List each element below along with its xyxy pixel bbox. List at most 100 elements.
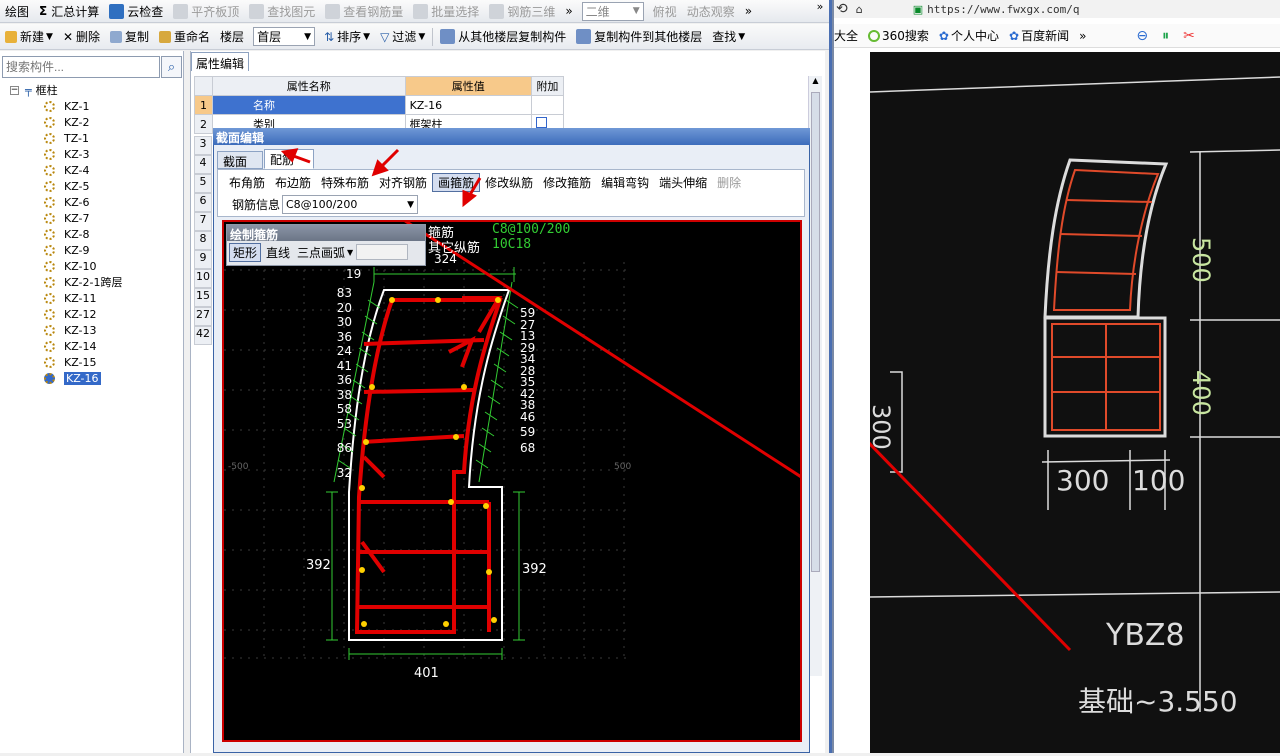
tree-item[interactable]: KZ-4 — [44, 162, 123, 178]
tree-root[interactable]: − ╤ 框柱 — [10, 82, 123, 98]
rebar-tool-button[interactable]: 端头伸缩 — [654, 174, 712, 191]
left-dim-label: 20 — [336, 300, 352, 315]
tree-item[interactable]: KZ-6 — [44, 194, 123, 210]
mode-rectangle[interactable]: 矩形 — [229, 242, 262, 262]
align-slab-top-button[interactable]: 平齐板顶 — [168, 1, 244, 22]
tree-item[interactable]: KZ-2-1跨层 — [44, 274, 123, 290]
sigma-icon: Σ — [39, 4, 48, 18]
left-dim-label: 86 — [336, 441, 352, 455]
search-button[interactable]: ⌕ — [161, 56, 182, 78]
gear-icon — [44, 292, 55, 304]
gear-icon — [44, 132, 55, 144]
rebar-info-label: 钢筋信息 — [232, 198, 281, 212]
bookmark-item[interactable]: ✿ 个人中心 — [939, 27, 999, 44]
photo-dim-left: 300 — [867, 404, 895, 450]
pause-circle-icon[interactable]: ⏸ — [1162, 28, 1169, 44]
property-scrollbar[interactable]: ▲ — [808, 76, 822, 676]
row-number-column: 3 4 5 6 7 8 9 10 15 27 42 — [194, 136, 212, 345]
section-canvas[interactable]: 箍筋 C8@100/200 其它纵筋 10C18 324 19 83 20 30 36… — [222, 220, 802, 742]
copy-from-floor-button[interactable]: 从其他楼层复制构件 — [435, 26, 571, 47]
align-icon — [173, 3, 189, 19]
rebar-tool-button[interactable]: 布角筋 — [224, 174, 270, 191]
gear-icon — [44, 356, 55, 368]
row-value[interactable]: KZ-16 — [404, 95, 532, 115]
dynamic-view-button[interactable]: 动态观察 — [682, 1, 740, 22]
lock-icon: ▣ — [912, 2, 924, 16]
tab-section[interactable]: 截面 — [217, 151, 263, 169]
view-rebar-qty-button[interactable]: 查看钢筋量 — [320, 1, 408, 22]
back-icon[interactable]: ⟲ — [836, 1, 848, 17]
tree-item[interactable]: KZ-10 — [44, 258, 123, 274]
tree-item[interactable]: KZ-7 — [44, 210, 123, 226]
copy-button[interactable]: 复制 — [105, 26, 154, 47]
cloud-check-button[interactable]: 云检查 — [104, 1, 168, 22]
new-button[interactable]: 新建 ▼ — [0, 26, 58, 47]
gear-icon — [44, 324, 55, 336]
browser-address-bar: ⟲ ⌂ ▣ https://www.fwxgx.com/q — [834, 0, 1280, 18]
rebar-3d-button[interactable]: 钢筋三维 — [484, 1, 560, 22]
component-toolbar: 新建 ▼ ✕ 删除 复制 重命名 楼层 首层 ▼ ⇅ 排序 ▼ ▽ 过滤 ▼ 从其他楼层复制构… — [0, 24, 830, 50]
tab-property-edit[interactable]: 属性编辑 — [191, 52, 249, 71]
find-button[interactable]: 查找 ▼ — [707, 26, 750, 47]
row-number: 6 — [194, 193, 212, 212]
toolbar-overflow-3[interactable]: » — [812, 0, 828, 16]
delete-button[interactable]: ✕ 删除 — [58, 26, 105, 47]
floor-select[interactable]: 首层 ▼ — [253, 27, 316, 46]
tree-item[interactable]: KZ-13 — [44, 322, 123, 338]
rebar-tool-button[interactable]: 修改箍筋 — [538, 174, 596, 191]
copy-to-floor-icon — [576, 29, 592, 44]
mode-arc[interactable]: 三点画弧 — [295, 244, 347, 261]
extra-checkbox[interactable] — [535, 117, 547, 128]
rebar-tool-button[interactable]: 删除 — [712, 174, 746, 191]
tools-icon[interactable]: ✂ — [1183, 28, 1195, 44]
gear-icon — [44, 308, 55, 320]
tree-item[interactable]: TZ-1 — [44, 130, 123, 146]
bookmark-item[interactable]: 大全 — [834, 27, 858, 44]
tree-item[interactable]: KZ-8 — [44, 226, 123, 242]
mode-line[interactable]: 直线 — [261, 244, 295, 261]
view-mode-select[interactable]: 二维 ▼ — [581, 1, 644, 21]
sort-button[interactable]: ⇅ 排序 ▼ — [319, 26, 375, 47]
summary-calc-button[interactable]: Σ 汇总计算 — [34, 1, 104, 22]
right-dim-label: 59 — [520, 425, 536, 439]
photo-label-ybz8: YBZ8 — [1106, 618, 1185, 653]
tree-item[interactable]: KZ-9 — [44, 242, 123, 258]
toolbar-overflow[interactable]: » — [560, 1, 577, 22]
stirrups — [354, 296, 503, 634]
minus-circle-icon[interactable]: ⊖ — [1136, 28, 1148, 44]
arc-option-select[interactable] — [356, 244, 409, 260]
batch-select-button[interactable]: 批量选择 — [408, 1, 484, 22]
chevron-down-icon[interactable]: ▼ — [347, 248, 353, 257]
collapse-icon[interactable]: − — [10, 85, 19, 95]
tree-item[interactable]: KZ-16 — [44, 370, 123, 386]
tree-item[interactable]: KZ-1 — [44, 98, 123, 114]
paw-icon: ✿ — [938, 28, 949, 43]
url-text[interactable]: https://www.fwxgx.com/q — [927, 3, 1079, 16]
find-element-button[interactable]: 查找图元 — [244, 1, 320, 22]
gear-icon — [44, 180, 55, 192]
tree-item[interactable]: KZ-11 — [44, 290, 123, 306]
gear-icon — [44, 276, 55, 288]
rename-button[interactable]: 重命名 — [154, 26, 215, 47]
search-input[interactable] — [2, 56, 160, 78]
scroll-up-icon[interactable]: ▲ — [809, 76, 822, 90]
bookmark-overflow[interactable]: » — [1079, 29, 1086, 43]
filter-button[interactable]: ▽ 过滤 ▼ — [375, 26, 430, 47]
view-direction-button[interactable]: 俯视 — [648, 1, 682, 22]
table-row[interactable]: 1 名称 KZ-16 — [193, 95, 565, 115]
draw-button[interactable]: 绘图 — [0, 1, 34, 22]
tree-item[interactable]: KZ-3 — [44, 146, 123, 162]
window-splitter[interactable] — [829, 0, 832, 753]
tree-item[interactable]: KZ-14 — [44, 338, 123, 354]
tree-item[interactable]: KZ-2 — [44, 114, 123, 130]
copy-to-floor-button[interactable]: 复制构件到其他楼层 — [571, 26, 707, 47]
bookmark-item[interactable]: ✿ 百度新闻 — [1009, 27, 1069, 44]
toolbar-overflow-2[interactable]: » — [740, 1, 757, 22]
scroll-thumb[interactable] — [811, 92, 820, 572]
tree-item[interactable]: KZ-5 — [44, 178, 123, 194]
rebar-tool-button[interactable]: 编辑弯钩 — [596, 174, 654, 191]
tree-item[interactable]: KZ-15 — [44, 354, 123, 370]
home-icon[interactable]: ⌂ — [856, 3, 863, 16]
bookmark-item[interactable]: 360搜索 — [868, 27, 929, 44]
tree-item[interactable]: KZ-12 — [44, 306, 123, 322]
